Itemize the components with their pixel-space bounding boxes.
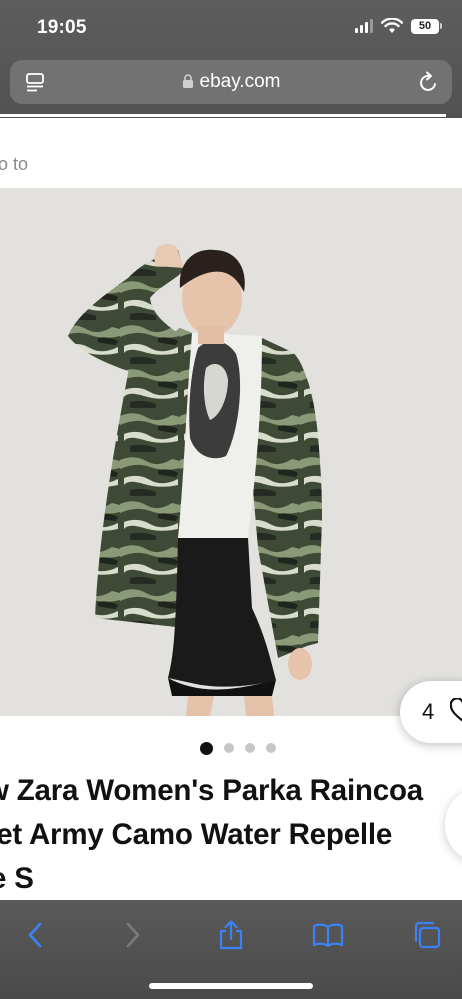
- product-title-line-2: ket Army Camo Water Repelle: [0, 818, 393, 851]
- home-indicator[interactable]: [149, 983, 313, 989]
- carousel-dot-3[interactable]: [245, 743, 255, 753]
- product-image[interactable]: [0, 188, 462, 716]
- browser-top-chrome: 19:05 50 ebay.com: [0, 0, 462, 118]
- book-icon: [312, 923, 344, 948]
- chevron-right-icon: [126, 922, 140, 948]
- watch-button[interactable]: 4: [400, 681, 462, 743]
- watch-count: 4: [422, 699, 435, 724]
- battery-icon: 50: [411, 18, 442, 34]
- product-title-line-3: e S: [0, 862, 34, 895]
- url-text: ebay.com: [199, 71, 281, 92]
- web-page: o to 4 w Zara Women's Parka Raincoa ket …: [0, 118, 462, 900]
- reload-icon[interactable]: [418, 70, 440, 94]
- url-display[interactable]: ebay.com: [10, 71, 452, 93]
- status-bar: 19:05 50: [0, 0, 462, 56]
- heart-icon: [450, 698, 462, 722]
- url-bar[interactable]: ebay.com: [10, 60, 452, 104]
- tabs-icon: [414, 921, 441, 949]
- share-icon: [219, 920, 243, 950]
- share-button[interactable]: [214, 918, 248, 952]
- carousel-dot-4[interactable]: [266, 743, 276, 753]
- battery-level: 50: [411, 18, 439, 34]
- wifi-icon: [381, 18, 403, 33]
- back-to-results-link[interactable]: o to: [0, 154, 28, 175]
- status-icons: 50: [355, 18, 442, 34]
- image-carousel-dots[interactable]: [0, 742, 462, 755]
- page-load-progress: [0, 114, 446, 117]
- chevron-left-icon: [28, 922, 42, 948]
- forward-button[interactable]: [116, 918, 150, 952]
- back-button[interactable]: [18, 918, 52, 952]
- carousel-dot-1[interactable]: [200, 742, 213, 755]
- lock-icon: [182, 74, 193, 88]
- share-floating-button[interactable]: [445, 790, 462, 860]
- carousel-dot-2[interactable]: [224, 743, 234, 753]
- product-title-line-1: w Zara Women's Parka Raincoa: [0, 774, 423, 807]
- signal-icon: [355, 19, 373, 33]
- bookmarks-button[interactable]: [311, 918, 345, 952]
- status-time: 19:05: [37, 17, 87, 38]
- tabs-button[interactable]: [410, 918, 444, 952]
